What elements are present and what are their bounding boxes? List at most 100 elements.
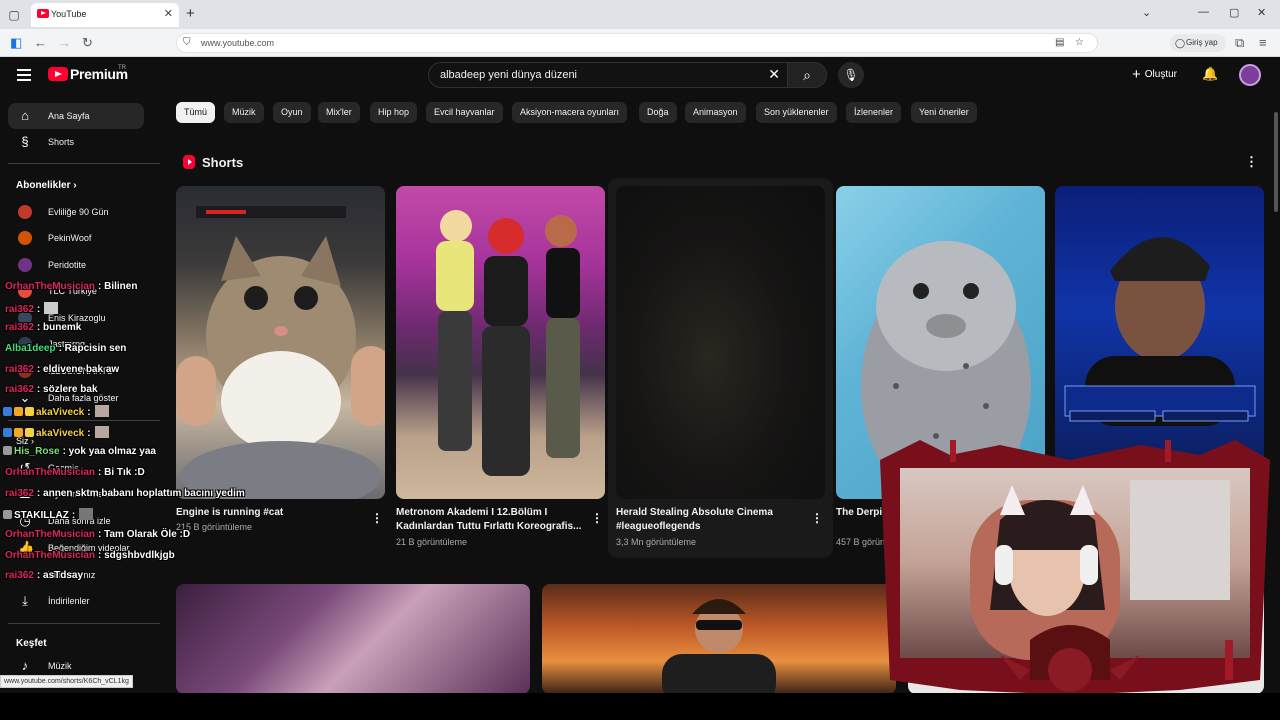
more-vert-icon[interactable]: ⋮ — [811, 511, 823, 525]
sidebar-item-label: PekinWoof — [48, 233, 92, 243]
chat-message: rai362: annen sktm babanı hoplattım bacı… — [5, 488, 245, 499]
short-title[interactable]: Herald Stealing Absolute Cinema #leagueo… — [616, 506, 806, 534]
short-title[interactable]: Engine is running #cat — [176, 506, 366, 520]
subscriptions-heading[interactable]: Abonelikler › — [16, 180, 77, 191]
badge-icon — [3, 428, 12, 437]
chip[interactable]: Müzik — [224, 102, 264, 123]
chip[interactable]: Doğa — [639, 102, 677, 123]
channel-avatar — [18, 231, 32, 245]
home-icon: ⌂ — [21, 108, 29, 123]
chip[interactable]: Son yüklenenler — [756, 102, 837, 123]
divider — [8, 420, 160, 421]
emote-icon — [79, 508, 94, 520]
chat-message: Alba1deep: Rapcisin sen — [5, 343, 127, 354]
more-vert-icon[interactable]: ⋮ — [1245, 154, 1258, 170]
music-icon: ♪ — [21, 658, 29, 673]
address-bar[interactable]: ⛉ www.youtube.com ▤ ☆ — [176, 33, 1098, 53]
short-thumbnail[interactable] — [616, 186, 825, 499]
bottom-letterbox — [0, 693, 1280, 720]
extensions-icon[interactable]: ⧉ — [1235, 35, 1244, 51]
channel-avatar — [18, 258, 32, 272]
chip-all[interactable]: Tümü — [176, 102, 216, 123]
chip[interactable]: Hip hop — [370, 102, 418, 123]
chat-message: His_Rose: yok yaa olmaz yaa — [3, 446, 156, 457]
chip[interactable]: Aksiyon-macera oyunları — [512, 102, 628, 123]
sidebar-item-downloads[interactable]: ⤓ İndirilenler — [8, 588, 144, 614]
shorts-section-title: Shorts — [202, 155, 244, 170]
chat-message: OrhanTheMusician: Tam Olarak Öle :D — [5, 529, 191, 540]
chat-message: akaViveck: — [3, 405, 109, 418]
sidebar-item-label: Shorts — [48, 137, 75, 147]
chip[interactable]: Oyun — [273, 102, 311, 123]
badge-icon — [3, 407, 12, 416]
back-icon[interactable]: ← — [34, 35, 47, 50]
chat-message: OrhanTheMusician: sdgshbvdlkjgb — [5, 550, 175, 561]
reload-icon[interactable]: ↻ — [82, 35, 93, 51]
signin-button[interactable]: Giriş yap — [1170, 34, 1226, 52]
browser-tab[interactable]: YouTube ✕ — [31, 3, 179, 27]
short-thumbnail[interactable] — [396, 186, 605, 499]
short-views: 3,3 Mn görüntüleme — [616, 537, 697, 547]
reader-view-icon[interactable]: ▤ — [1055, 37, 1064, 48]
short-title[interactable]: Metronom Akademi I 12.Bölüm I Kadınlarda… — [396, 506, 586, 534]
more-vert-icon[interactable]: ⋮ — [371, 511, 383, 525]
chat-message: OrhanTheMusician: Bi Tık :D — [5, 467, 145, 478]
search-input[interactable]: albadeep yeni dünya düzeni — [440, 69, 577, 81]
new-tab-icon[interactable]: + — [186, 5, 195, 22]
screen: ▢ YouTube ✕ + ⌄ — ▢ ✕ ◧ ← → ↻ ⛉ www.yout… — [0, 0, 1280, 720]
chip[interactable]: Yeni öneriler — [911, 102, 977, 123]
chat-message: rai362: — [5, 302, 59, 315]
tab-actions-icon[interactable]: ▢ — [6, 7, 22, 23]
clear-search-icon[interactable]: ✕ — [768, 66, 780, 83]
site-info-icon[interactable]: ⛉ — [183, 37, 191, 48]
sidebar-item-home[interactable]: ⌂ Ana Sayfa — [8, 103, 144, 129]
search-button[interactable]: ⌕ — [787, 62, 827, 88]
hamburger-menu-icon[interactable] — [17, 69, 31, 81]
favorite-star-icon[interactable]: ☆ — [1075, 37, 1084, 48]
voice-search-button[interactable]: 🎙 — [838, 62, 864, 88]
sidebar-item-subscription[interactable]: Evliliğe 90 Gün — [8, 199, 144, 225]
maximize-icon[interactable]: ▢ — [1229, 6, 1239, 19]
sidebar-item-label: Ana Sayfa — [48, 111, 90, 121]
dancers-illustration — [436, 210, 580, 476]
youtube-logo-icon[interactable] — [48, 67, 68, 81]
short-card-hovered[interactable]: Herald Stealing Absolute Cinema #leagueo… — [608, 178, 833, 566]
browser-toolbar: ◧ ← → ↻ ⛉ www.youtube.com ▤ ☆ Giriş yap … — [0, 29, 1280, 57]
sidebar-item-subscription[interactable]: PekinWoof — [8, 225, 144, 251]
badge-icon — [3, 510, 12, 519]
close-window-icon[interactable]: ✕ — [1257, 6, 1266, 19]
forward-icon[interactable]: → — [58, 35, 71, 50]
chip[interactable]: Evcil hayvanlar — [426, 102, 503, 123]
account-avatar[interactable] — [1239, 64, 1261, 86]
sidebar-item-shorts[interactable]: § Shorts — [8, 129, 144, 155]
menu-icon[interactable]: ≡ — [1259, 35, 1267, 50]
sidebar-item-subscription[interactable]: Peridotite — [8, 252, 144, 278]
search-box[interactable]: albadeep yeni dünya düzeni ✕ — [428, 62, 788, 88]
badge-icon — [14, 428, 23, 437]
video-thumbnail[interactable] — [542, 584, 896, 694]
short-thumbnail[interactable] — [176, 186, 385, 499]
short-card[interactable]: Engine is running #cat 215 B görüntüleme… — [176, 186, 385, 566]
video-thumbnail[interactable] — [176, 584, 530, 694]
workspaces-icon[interactable]: ◧ — [10, 35, 22, 51]
chip[interactable]: Mix'ler — [318, 102, 360, 123]
short-card[interactable]: Metronom Akademi I 12.Bölüm I Kadınlarda… — [396, 186, 605, 566]
chip[interactable]: İzlenenler — [846, 102, 902, 123]
badge-icon — [3, 446, 12, 455]
divider — [8, 163, 160, 164]
webcam-overlay — [880, 440, 1270, 695]
sidebar-item-label: Evliliğe 90 Gün — [48, 207, 109, 217]
create-button[interactable]: + Oluştur — [1124, 64, 1185, 86]
minimize-icon[interactable]: — — [1198, 6, 1209, 18]
chip[interactable]: Animasyon — [685, 102, 746, 123]
chat-message: OrhanTheMusician: Bilinen — [5, 281, 138, 292]
page-scrollbar[interactable] — [1274, 112, 1278, 212]
notifications-bell-icon[interactable]: 🔔 — [1202, 66, 1218, 82]
download-icon: ⤓ — [22, 593, 28, 608]
channel-avatar — [18, 205, 32, 219]
chevron-down-icon[interactable]: ⌄ — [1142, 6, 1151, 19]
more-vert-icon[interactable]: ⋮ — [591, 511, 603, 525]
chat-message: STAKILLAZ: — [3, 508, 94, 521]
sidebar-item-label: İndirilenler — [48, 596, 90, 606]
close-tab-icon[interactable]: ✕ — [164, 7, 173, 20]
